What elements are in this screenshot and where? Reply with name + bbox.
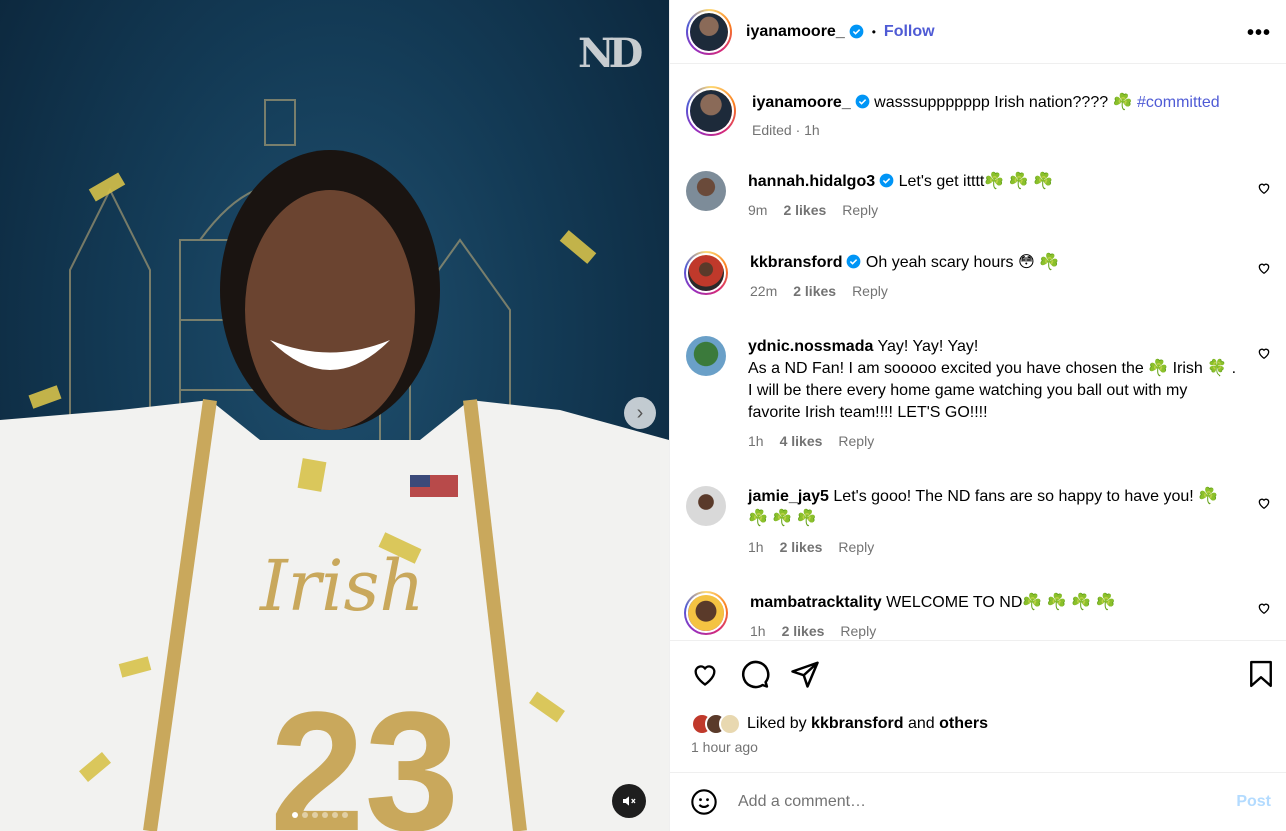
commenter-username[interactable]: jamie_jay5: [748, 488, 829, 505]
comment-row: jamie_jay5 Let's gooo! The ND fans are s…: [686, 486, 1271, 558]
comment-likes[interactable]: 2 likes: [782, 620, 825, 640]
like-heart-icon[interactable]: [690, 660, 720, 688]
commenter-avatar[interactable]: [684, 591, 728, 635]
share-send-icon[interactable]: [790, 659, 820, 689]
jersey-text: Irish: [258, 545, 425, 627]
comments-list[interactable]: iyanamoore_ wasssuppppppp Irish nation??…: [670, 65, 1286, 640]
comment-bubble-icon[interactable]: [740, 659, 770, 689]
commenter-username[interactable]: ydnic.nossmada: [748, 338, 873, 355]
comment-age[interactable]: 1h: [748, 430, 764, 452]
comment-like-heart-icon[interactable]: [1257, 496, 1271, 510]
speaker-muted-icon: [623, 796, 636, 806]
verified-badge-icon: [855, 94, 870, 109]
player-photo: Irish 23: [0, 150, 669, 831]
liked-by-user[interactable]: kkbransford: [811, 715, 903, 733]
caption-username[interactable]: iyanamoore_: [752, 94, 851, 111]
hashtag-link[interactable]: #committed: [1137, 94, 1220, 111]
comment-row: ydnic.nossmada Yay! Yay! Yay! As a ND Fa…: [686, 336, 1271, 452]
chevron-right-icon: ›: [636, 401, 644, 424]
reply-button[interactable]: Reply: [852, 280, 888, 302]
save-bookmark-icon[interactable]: [1248, 659, 1274, 689]
liked-by-others[interactable]: others: [939, 715, 988, 733]
carousel-dot: [292, 812, 298, 818]
comment-row: kkbransford Oh yeah scary hours 😳 ☘️ 22m…: [684, 251, 1271, 302]
reply-button[interactable]: Reply: [838, 430, 874, 452]
post-header: iyanamoore_ • Follow •••: [670, 0, 1286, 64]
mute-toggle-button[interactable]: [612, 784, 646, 818]
post-timestamp[interactable]: 1 hour ago: [691, 739, 758, 755]
carousel-dot: [312, 812, 318, 818]
post-comment-button[interactable]: Post: [1236, 793, 1271, 811]
carousel-dot: [322, 812, 328, 818]
add-comment-bar: Post: [670, 772, 1286, 831]
liked-by-conj: and: [907, 715, 935, 732]
commenter-avatar[interactable]: [686, 336, 726, 376]
comment-text: Oh yeah scary hours 😳 ☘️: [865, 254, 1060, 271]
carousel-next-button[interactable]: ›: [624, 397, 656, 429]
caption-avatar[interactable]: [686, 86, 736, 136]
comment-age[interactable]: 1h: [748, 536, 764, 558]
follow-button[interactable]: Follow: [884, 23, 935, 41]
comment-age[interactable]: 9m: [748, 199, 767, 221]
notre-dame-logo: ND: [578, 30, 643, 77]
liked-by-summary: Liked by kkbransford and others: [691, 713, 988, 735]
author-avatar[interactable]: [686, 8, 732, 55]
carousel-indicator: [292, 812, 348, 818]
emoji-smiley-icon[interactable]: [690, 788, 718, 816]
jersey-number: 23: [270, 677, 459, 831]
carousel-dot: [302, 812, 308, 818]
instagram-post-viewer: Irish 23 ND › iyanamoore_ • Follow ••• i…: [0, 0, 1286, 831]
commenter-avatar[interactable]: [686, 171, 726, 211]
header-separator: •: [871, 24, 876, 39]
edited-label: Edited · 1h: [752, 122, 820, 138]
verified-badge-icon: [849, 24, 864, 39]
comment-like-heart-icon[interactable]: [1257, 601, 1271, 615]
comment-likes[interactable]: 2 likes: [793, 280, 836, 302]
reply-button[interactable]: Reply: [838, 536, 874, 558]
commenter-username[interactable]: kkbransford: [750, 254, 842, 271]
post-caption: iyanamoore_ wasssuppppppp Irish nation??…: [686, 86, 1271, 141]
post-side-panel: iyanamoore_ • Follow ••• iyanamoore_ was…: [669, 0, 1286, 831]
caption-text: wasssuppppppp Irish nation???? ☘️: [874, 94, 1133, 111]
comment-row: hannah.hidalgo3 Let's get itttt☘️ ☘️ ☘️ …: [686, 171, 1271, 221]
comment-like-heart-icon[interactable]: [1257, 181, 1271, 195]
reply-button[interactable]: Reply: [840, 620, 876, 640]
commenter-avatar[interactable]: [686, 486, 726, 526]
comment-row: mambatracktality WELCOME TO ND☘️ ☘️ ☘️ ☘…: [684, 591, 1271, 640]
header-username[interactable]: iyanamoore_: [746, 23, 845, 41]
comment-age[interactable]: 22m: [750, 280, 777, 302]
comment-likes[interactable]: 4 likes: [780, 430, 823, 452]
commenter-avatar[interactable]: [684, 251, 728, 295]
liker-avatars[interactable]: [691, 713, 741, 735]
comment-age[interactable]: 1h: [750, 620, 766, 640]
comment-input[interactable]: [738, 793, 1237, 811]
more-options-icon[interactable]: •••: [1247, 22, 1271, 45]
liked-by-prefix: Liked by: [747, 715, 807, 732]
carousel-dot: [342, 812, 348, 818]
comment-text: Let's get itttt☘️ ☘️ ☘️: [898, 173, 1053, 190]
reply-button[interactable]: Reply: [842, 199, 878, 221]
commenter-username[interactable]: mambatracktality: [750, 594, 882, 611]
comment-like-heart-icon[interactable]: [1257, 346, 1271, 360]
comment-like-heart-icon[interactable]: [1257, 261, 1271, 275]
verified-badge-icon: [879, 173, 894, 188]
post-media[interactable]: Irish 23 ND ›: [0, 0, 669, 831]
comment-text: WELCOME TO ND☘️ ☘️ ☘️ ☘️: [886, 594, 1116, 611]
comment-likes[interactable]: 2 likes: [780, 536, 823, 558]
post-actions: Liked by kkbransford and others 1 hour a…: [670, 640, 1286, 772]
verified-badge-icon: [847, 254, 861, 269]
carousel-dot: [332, 812, 338, 818]
commenter-username[interactable]: hannah.hidalgo3: [748, 173, 875, 190]
comment-likes[interactable]: 2 likes: [783, 199, 826, 221]
